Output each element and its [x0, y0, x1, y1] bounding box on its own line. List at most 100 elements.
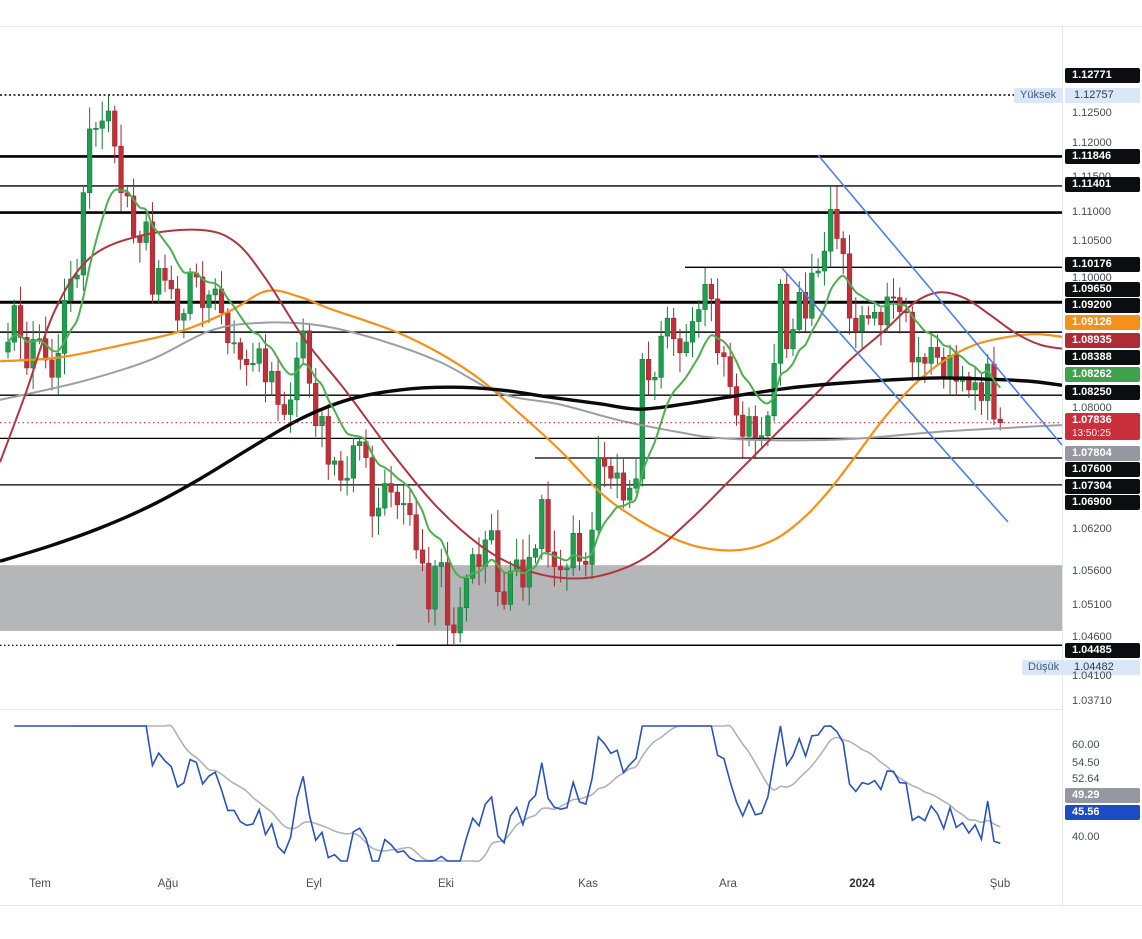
rsi-axis-label: 54.50 [1072, 756, 1100, 769]
candle-body [878, 311, 884, 326]
price-axis[interactable]: 1.12757 1.04482 1.07836 13:50:25 1.12500… [1063, 27, 1142, 905]
candle-body [319, 416, 325, 427]
candle-body [821, 250, 827, 272]
candle-body [17, 305, 24, 338]
candle-body [388, 483, 394, 493]
time-axis-label-Tem[interactable]: Tem [29, 878, 51, 890]
candle-body [752, 416, 758, 438]
candle-body [168, 280, 174, 290]
candle-countdown: 13:50:25 [1072, 428, 1111, 439]
candle-body [306, 330, 313, 384]
rsi-value-badge: 45.56 [1065, 804, 1140, 820]
candle-body [570, 533, 576, 569]
price-axis-label: 1.05100 [1072, 598, 1112, 611]
candle-body [652, 376, 658, 381]
candle-body [444, 562, 451, 626]
candle-body [740, 414, 746, 437]
candle-body [796, 291, 802, 330]
time-axis-label-Eki[interactable]: Eki [438, 878, 454, 890]
candle-body [828, 208, 834, 252]
candle-body [338, 460, 344, 481]
candle-body [281, 404, 287, 415]
time-axis-label-Şub[interactable]: Şub [990, 878, 1010, 890]
rsi-axis-label: 60.00 [1072, 738, 1100, 751]
candle-body [639, 359, 645, 480]
price-axis-label: 1.03710 [1072, 694, 1112, 707]
candle-body [451, 624, 457, 634]
candle-body [620, 472, 627, 501]
candle-body [595, 457, 601, 531]
time-axis-label-Ağu[interactable]: Ağu [158, 878, 178, 890]
candle-body [187, 272, 193, 314]
candle-body [558, 566, 564, 571]
chart-window: USD 1.12757 1.04482 1.07836 13:50:25 1.1… [0, 0, 1142, 939]
candle-body [727, 356, 733, 387]
time-axis-label-2024[interactable]: 2024 [849, 878, 875, 890]
candle-body [432, 566, 438, 610]
descending-trendline[interactable] [817, 154, 1063, 446]
candle-body [865, 315, 871, 319]
candle-body [244, 359, 250, 365]
top-separator [0, 26, 1142, 27]
candle-body [872, 311, 878, 319]
candle-body [507, 570, 514, 605]
candle-body [645, 359, 652, 381]
candle-body [934, 347, 941, 358]
rsi-value-badge: 49.29 [1065, 787, 1140, 803]
candle-body [495, 530, 501, 593]
candle-body [231, 342, 237, 345]
candle-body [683, 341, 689, 354]
candle-body [777, 284, 784, 364]
candle-body [237, 342, 243, 360]
candle-body [93, 127, 99, 130]
candle-body [702, 284, 708, 310]
candle-body [985, 363, 991, 401]
candle-body [350, 445, 357, 479]
candle-body [664, 317, 670, 337]
candle-body [689, 321, 696, 343]
price-axis-label: 1.08000 [1072, 401, 1112, 414]
candle-body [532, 548, 539, 558]
price-level-badge: 1.08250 [1065, 384, 1140, 400]
candles-layer [5, 95, 1003, 646]
candle-body [978, 382, 984, 401]
candle-body [840, 238, 846, 255]
price-level-badge: 1.10176 [1065, 256, 1140, 272]
pane-separator[interactable] [0, 709, 1142, 710]
time-axis-label-Kas[interactable]: Kas [578, 878, 598, 890]
candle-body [922, 357, 928, 364]
candle-body [438, 562, 444, 567]
candle-body [476, 554, 482, 567]
price-level-badge: 1.11401 [1065, 176, 1140, 192]
rsi-axis-label: 40.00 [1072, 830, 1100, 843]
candle-body [539, 499, 545, 549]
candle-body [991, 363, 997, 420]
price-axis-label: 1.10500 [1072, 234, 1112, 247]
low-marker-tag: Düşük [1022, 659, 1066, 675]
candle-body [357, 441, 363, 446]
candle-body [287, 399, 294, 415]
rsi-pane[interactable] [14, 724, 1001, 863]
candle-body [143, 221, 149, 243]
candle-body [156, 268, 162, 295]
candle-body [413, 514, 419, 551]
candle-body [325, 416, 331, 465]
price-level-badge: 1.07804 [1065, 445, 1140, 461]
moving-averages-layer [0, 188, 1063, 580]
candle-body [608, 465, 614, 479]
price-chart-canvas[interactable] [0, 0, 1142, 939]
candle-body [733, 386, 740, 416]
time-axis[interactable]: Tem Ağu Eyl Eki Kas Ara 2024 Şub [0, 874, 1062, 896]
candle-body [677, 338, 683, 354]
candle-body [225, 312, 231, 344]
candle-body [715, 298, 721, 354]
time-axis-label-Ara[interactable]: Ara [719, 878, 737, 890]
candle-body [708, 284, 714, 300]
price-axis-label: 1.11000 [1072, 205, 1111, 218]
candle-body [834, 208, 840, 239]
candle-body [181, 313, 187, 321]
candle-body [658, 335, 664, 378]
high-price-label: 1.12757 [1065, 87, 1140, 103]
price-axis-label: 1.04100 [1072, 669, 1112, 682]
time-axis-label-Eyl[interactable]: Eyl [306, 878, 322, 890]
